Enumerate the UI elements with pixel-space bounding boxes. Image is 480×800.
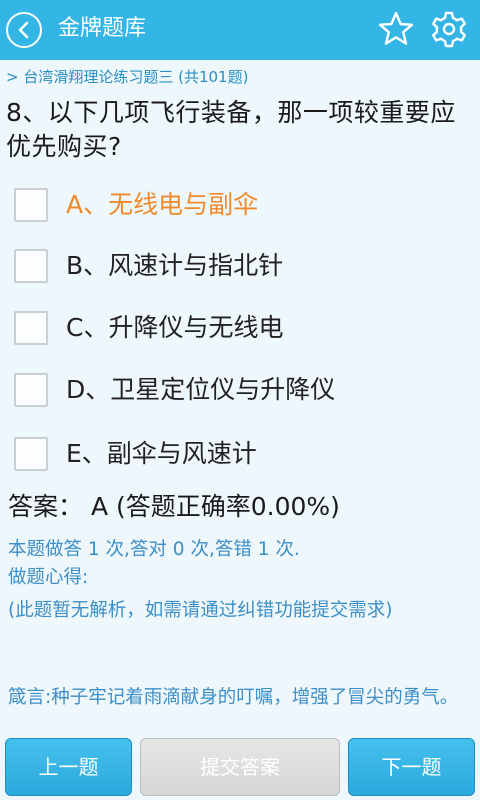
app-title: 金牌题库: [58, 16, 147, 41]
answer-line: 答案： A (答题正确率0.00%): [8, 492, 340, 521]
submit-answer-button[interactable]: 提交答案: [140, 738, 340, 796]
option-a[interactable]: A、无线电与副伞: [14, 184, 454, 228]
option-d-label: D、卫星定位仪与升降仪: [66, 375, 336, 404]
notes-text: (此题暂无解析，如需请通过纠错功能提交需求): [8, 600, 393, 621]
back-icon[interactable]: [6, 12, 42, 48]
answer-stats: 本题做答 1 次,答对 0 次,答错 1 次.: [8, 539, 300, 560]
question-text: 8、以下几项飞行装备，那一项较重要应优先购买?: [6, 98, 456, 161]
option-e[interactable]: E、副伞与风速计: [14, 433, 454, 477]
motto-container: 箴言:种子牢记着雨滴献身的叮嘱，增强了冒尖的勇气。: [8, 684, 474, 732]
option-d-checkbox[interactable]: [14, 373, 48, 407]
option-b-checkbox[interactable]: [14, 249, 48, 283]
option-a-label: A、无线电与副伞: [66, 190, 259, 219]
notes-label: 做题心得:: [8, 567, 89, 588]
next-question-button[interactable]: 下一题: [348, 738, 475, 796]
prev-question-button[interactable]: 上一题: [5, 738, 132, 796]
top-bar: 金牌题库: [0, 0, 480, 60]
option-b[interactable]: B、风速计与指北针: [14, 245, 454, 289]
option-b-label: B、风速计与指北针: [66, 251, 284, 280]
option-e-label: E、副伞与风速计: [66, 439, 257, 468]
option-c-label: C、升降仪与无线电: [66, 313, 284, 342]
option-c-checkbox[interactable]: [14, 311, 48, 345]
breadcrumb: > 台湾滑翔理论练习题三 (共101题): [6, 68, 249, 86]
star-icon[interactable]: [377, 10, 415, 48]
motto-text: 箴言:种子牢记着雨滴献身的叮嘱，增强了冒尖的勇气。: [8, 687, 459, 708]
option-d[interactable]: D、卫星定位仪与升降仪: [14, 369, 454, 413]
option-c[interactable]: C、升降仪与无线电: [14, 307, 454, 351]
gear-icon[interactable]: [429, 9, 469, 49]
option-e-checkbox[interactable]: [14, 437, 48, 471]
option-a-checkbox[interactable]: [14, 188, 48, 222]
